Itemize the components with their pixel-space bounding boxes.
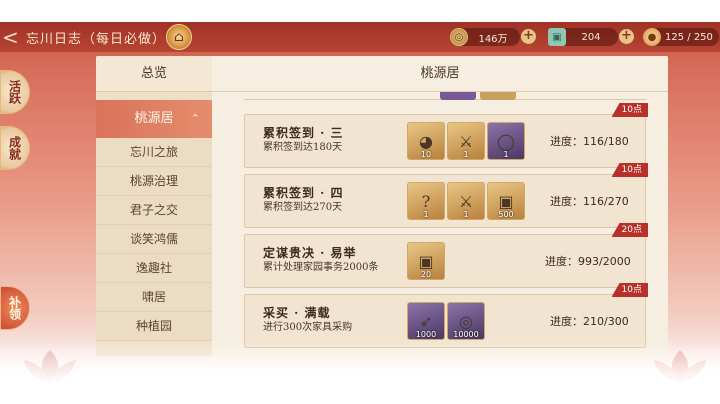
log-panel: 总览 桃源居 ⌃ 忘川之旅 桃源治理 君子之交 谈笑鸿儒 逸趣社 啸居 种植园 … bbox=[96, 56, 668, 356]
task-progress: 进度：116/270 bbox=[550, 195, 629, 208]
stamina-value: 125 / 250 bbox=[665, 31, 713, 43]
task-card: 定谋贵决 · 易举 累计处理家园事务2000条 ▣ 20 进度：993/2000 … bbox=[244, 223, 648, 288]
coin-counter: ◎ 146万 + bbox=[450, 28, 536, 46]
coin-value: 146万 bbox=[478, 33, 508, 45]
task-progress: 进度：993/2000 bbox=[545, 255, 631, 268]
jade-bracelet-icon[interactable]: ◯ 1 bbox=[487, 122, 525, 160]
tab-huoyue[interactable]: 活跃 bbox=[0, 70, 30, 114]
back-arrow-icon[interactable]: < bbox=[2, 26, 22, 48]
game-screen: < 忘川日志（每日必做） ⌂ ◎ 146万 + ▣ 204 + ● 125 / … bbox=[0, 0, 720, 404]
reward-count: 1 bbox=[423, 210, 429, 219]
reward-count: 1 bbox=[463, 210, 469, 219]
reward-count: 1000 bbox=[415, 330, 437, 339]
nav-overview[interactable]: 总览 bbox=[96, 56, 212, 92]
golden-sword-icon[interactable]: ⚔ 1 bbox=[447, 122, 485, 160]
category-nav: 总览 桃源居 ⌃ 忘川之旅 桃源治理 君子之交 谈笑鸿儒 逸趣社 啸居 种植园 bbox=[96, 56, 212, 356]
pagoda-badge-icon: ⌂ bbox=[166, 24, 192, 50]
chevron-up-icon: ⌃ bbox=[190, 112, 200, 125]
reward-count: 1 bbox=[463, 150, 469, 159]
nav-item[interactable]: 忘川之旅 bbox=[96, 138, 212, 167]
task-progress: 进度：210/300 bbox=[550, 315, 629, 328]
task-desc: 累积签到达180天 bbox=[263, 142, 343, 153]
task-desc: 累积签到达270天 bbox=[263, 202, 343, 213]
points-badge: 10点 bbox=[611, 103, 648, 117]
nav-item[interactable]: 种植园 bbox=[96, 312, 212, 341]
stamina-counter: ● 125 / 250 bbox=[643, 28, 719, 46]
reward-count: 500 bbox=[498, 210, 514, 219]
golden-sword-icon[interactable]: ⚔ 1 bbox=[447, 182, 485, 220]
bun-treat-icon[interactable]: ◕ 10 bbox=[407, 122, 445, 160]
page-title: 忘川日志（每日必做） bbox=[26, 32, 167, 47]
task-progress: 进度：116/180 bbox=[550, 135, 629, 148]
task-name: 定谋贵决 · 易举 bbox=[263, 246, 357, 260]
copper-coin-icon[interactable]: ◎ 10000 bbox=[447, 302, 485, 340]
reward-count: 20 bbox=[420, 270, 432, 279]
nav-item[interactable]: 逸趣社 bbox=[96, 254, 212, 283]
jade-token-icon: ▣ bbox=[548, 28, 566, 46]
task-name: 采买 · 满载 bbox=[263, 306, 331, 320]
jade-value: 204 bbox=[581, 31, 601, 43]
mystery-chest-icon[interactable]: ? 1 bbox=[407, 182, 445, 220]
task-name: 累积签到 · 四 bbox=[263, 186, 344, 200]
reward-count: 10000 bbox=[453, 330, 479, 339]
reward-item bbox=[440, 92, 476, 100]
reward-count: 1 bbox=[503, 150, 509, 159]
nav-active-label: 桃源居 bbox=[134, 111, 174, 126]
task-card: 累积签到 · 三 累积签到达180天 ◕ 10 ⚔ 1 ◯ 1 进度：116/180 … bbox=[244, 103, 648, 168]
jade-counter: ▣ 204 + bbox=[548, 28, 634, 46]
add-jade-button[interactable]: + bbox=[619, 29, 634, 44]
jade-token-icon[interactable]: ▣ 20 bbox=[407, 242, 445, 280]
tab-chengjiu[interactable]: 成就 bbox=[0, 126, 30, 170]
jade-token-icon[interactable]: ▣ 500 bbox=[487, 182, 525, 220]
tab-buling[interactable]: 补领 bbox=[0, 286, 30, 330]
reward-item bbox=[480, 92, 516, 100]
task-name: 累积签到 · 三 bbox=[263, 126, 344, 140]
nav-item[interactable]: 谈笑鸿儒 bbox=[96, 225, 212, 254]
copper-coin-icon: ◎ bbox=[450, 28, 468, 46]
stamina-bun-icon: ● bbox=[643, 28, 661, 46]
task-desc: 累计处理家园事务2000条 bbox=[263, 262, 379, 273]
task-desc: 进行300次家具采购 bbox=[263, 322, 353, 333]
task-card: 累积签到 · 四 累积签到达270天 ? 1 ⚔ 1 ▣ 500 进度：116/270… bbox=[244, 163, 648, 228]
task-list: 桃源居 累积签到 · 三 累积签到达180天 ◕ 10 ⚔ 1 ◯ 1 进度：116/… bbox=[212, 56, 668, 356]
add-coin-button[interactable]: + bbox=[521, 29, 536, 44]
nav-item[interactable]: 君子之交 bbox=[96, 196, 212, 225]
bow-arrow-icon[interactable]: ➶ 1000 bbox=[407, 302, 445, 340]
nav-item[interactable]: 桃源治理 bbox=[96, 167, 212, 196]
partial-card bbox=[244, 92, 646, 100]
nav-item[interactable]: 啸居 bbox=[96, 283, 212, 312]
section-title: 桃源居 bbox=[212, 56, 668, 92]
nav-item-taoyuanju[interactable]: 桃源居 ⌃ bbox=[96, 100, 212, 138]
bottom-fade bbox=[0, 340, 720, 404]
top-bar: < 忘川日志（每日必做） ⌂ ◎ 146万 + ▣ 204 + ● 125 / … bbox=[0, 22, 720, 52]
reward-count: 10 bbox=[420, 150, 432, 159]
